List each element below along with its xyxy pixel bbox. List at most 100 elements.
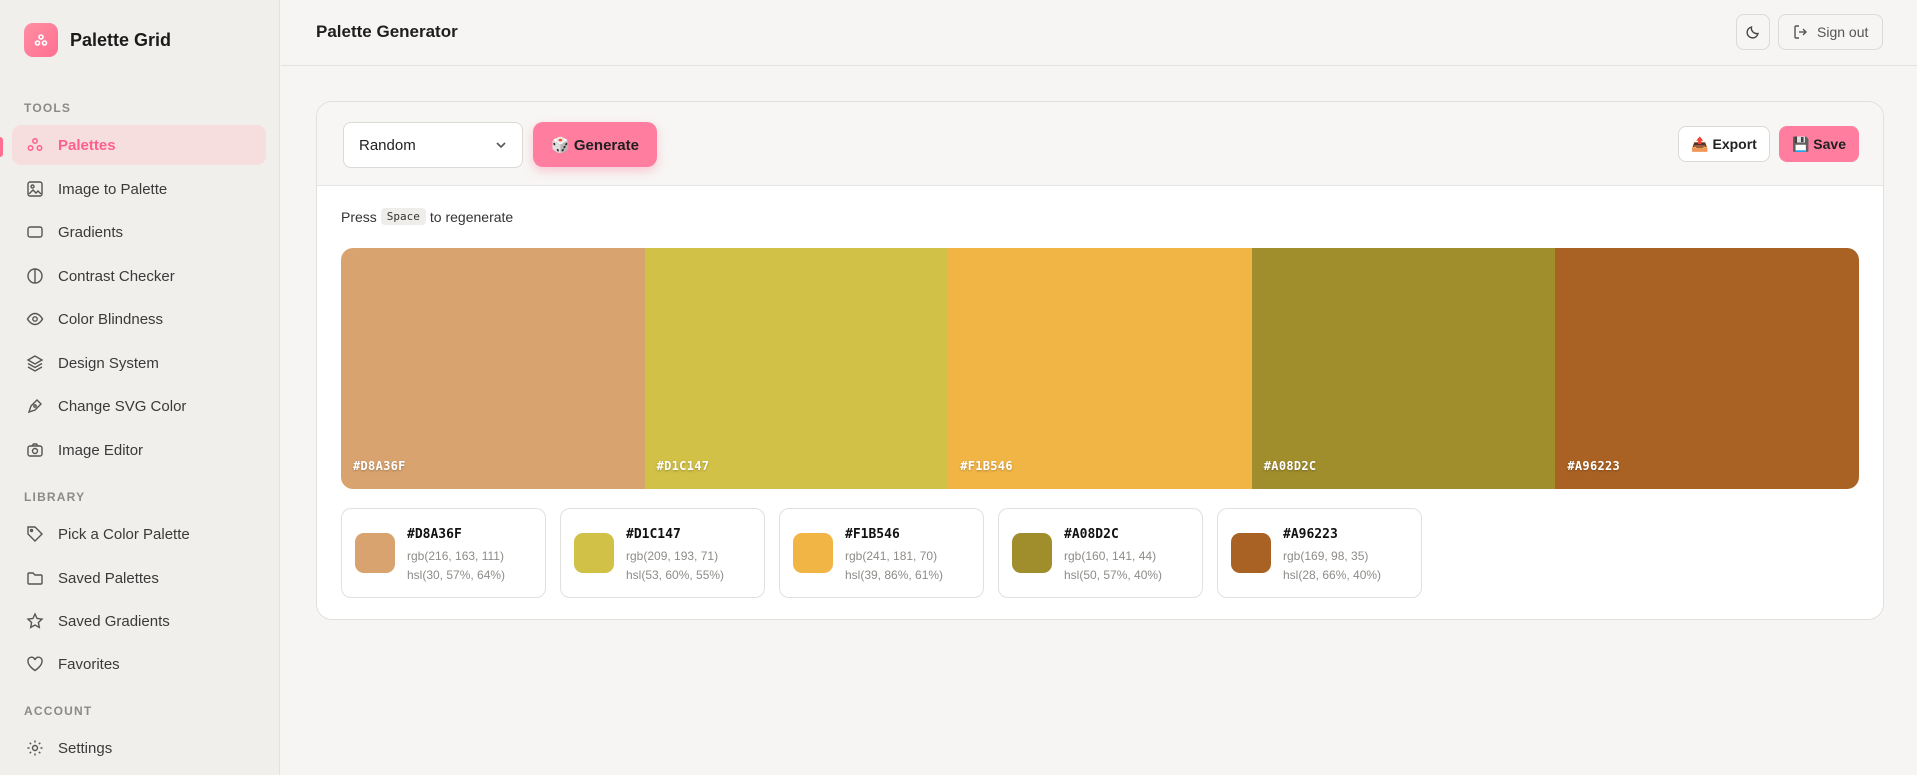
hint-text-after: to regenerate xyxy=(429,208,514,225)
color-chip xyxy=(574,533,614,573)
color-swatch[interactable]: #D8A36F xyxy=(341,248,645,489)
pen-icon xyxy=(27,399,42,414)
mode-select[interactable]: Random xyxy=(343,122,523,168)
camera-icon xyxy=(27,443,43,457)
sidebar-item-palettes[interactable]: Palettes xyxy=(12,125,266,165)
sidebar-item-label: Saved Palettes xyxy=(58,569,159,587)
palette-logo-icon xyxy=(24,23,58,57)
swatch-hex-label: #D1C147 xyxy=(656,459,710,473)
color-detail-card[interactable]: #A96223 rgb(169, 98, 35) hsl(28, 66%, 40… xyxy=(1217,508,1422,598)
top-header: Palette Generator Sign out xyxy=(281,0,1917,66)
palette-icon xyxy=(27,138,43,151)
color-rgb: rgb(160, 141, 44) xyxy=(1064,549,1157,563)
active-indicator xyxy=(0,137,3,157)
sidebar-item-label: Settings xyxy=(58,739,113,757)
sidebar-item-contrast-checker[interactable]: Contrast Checker xyxy=(12,256,266,296)
sidebar-item-label: Color Blindness xyxy=(58,310,164,328)
sidebar-item-image-to-palette[interactable]: Image to Palette xyxy=(12,169,266,209)
color-detail-card[interactable]: #F1B546 rgb(241, 181, 70) hsl(39, 86%, 6… xyxy=(779,508,984,598)
sidebar-item-label: Saved Gradients xyxy=(58,612,170,630)
section-label-tools: TOOLS xyxy=(24,101,72,115)
color-rgb: rgb(169, 98, 35) xyxy=(1283,549,1369,563)
sidebar-item-label: Change SVG Color xyxy=(58,397,187,415)
sign-out-label: Sign out xyxy=(1817,24,1869,40)
color-chip xyxy=(1012,533,1052,573)
sidebar-item-image-editor[interactable]: Image Editor xyxy=(12,430,266,470)
color-swatch[interactable]: #D1C147 xyxy=(644,248,949,489)
color-hsl: hsl(28, 66%, 40%) xyxy=(1283,568,1382,582)
color-swatch[interactable]: #A96223 xyxy=(1555,248,1859,489)
color-detail-card[interactable]: #D1C147 rgb(209, 193, 71) hsl(53, 60%, 5… xyxy=(560,508,765,598)
color-rgb: rgb(216, 163, 111) xyxy=(407,549,504,563)
export-button[interactable]: 📤 Export xyxy=(1678,126,1770,162)
folder-icon xyxy=(27,572,43,585)
palette-toolbar: Random 🎲 Generate 📤 Export 💾 Save xyxy=(317,102,1883,186)
sidebar-item-label: Design System xyxy=(58,354,159,372)
swatch-hex-label: #A08D2C xyxy=(1263,459,1317,473)
swatch-hex-label: #F1B546 xyxy=(960,459,1013,473)
contrast-icon xyxy=(27,268,43,284)
section-label-account: ACCOUNT xyxy=(24,704,93,718)
color-hex: #D8A36F xyxy=(407,527,462,542)
star-icon xyxy=(26,612,44,629)
chevron-down-icon xyxy=(496,142,506,149)
sidebar-item-change-svg-color[interactable]: Change SVG Color xyxy=(12,386,266,426)
sidebar-item-label: Pick a Color Palette xyxy=(58,525,190,543)
color-detail-card[interactable]: #A08D2C rgb(160, 141, 44) hsl(50, 57%, 4… xyxy=(998,508,1203,598)
save-button[interactable]: 💾 Save xyxy=(1779,126,1859,162)
color-chip xyxy=(1231,533,1271,573)
sidebar-item-label: Gradients xyxy=(58,223,124,241)
palette-strip: #D8A36F #D1C147 #F1B546 #A08D2C #A96223 xyxy=(341,248,1859,489)
color-hsl: hsl(53, 60%, 55%) xyxy=(626,568,725,582)
image-icon xyxy=(27,181,43,197)
color-hex: #F1B546 xyxy=(845,527,900,542)
layers-icon xyxy=(26,355,44,372)
sign-out-button[interactable]: Sign out xyxy=(1778,14,1884,50)
sidebar-item-label: Image Editor xyxy=(58,441,144,459)
rectangle-icon xyxy=(27,226,43,238)
sidebar-item-label: Contrast Checker xyxy=(58,267,175,285)
color-hsl: hsl(39, 86%, 61%) xyxy=(845,568,944,582)
sidebar-item-settings[interactable]: Settings xyxy=(12,728,266,768)
swatch-hex-label: #A96223 xyxy=(1567,459,1621,473)
color-chip xyxy=(355,533,395,573)
color-rgb: rgb(241, 181, 70) xyxy=(845,549,938,563)
sidebar-item-favorites[interactable]: Favorites xyxy=(12,644,266,684)
brand[interactable]: Palette Grid xyxy=(0,0,279,80)
color-hex: #D1C147 xyxy=(626,527,681,542)
color-hsl: hsl(30, 57%, 64%) xyxy=(407,568,506,582)
color-hex: #A96223 xyxy=(1283,527,1338,542)
palette-card: Random 🎲 Generate 📤 Export 💾 Save Press … xyxy=(316,101,1884,620)
sidebar-item-design-system[interactable]: Design System xyxy=(12,343,266,383)
color-hsl: hsl(50, 57%, 40%) xyxy=(1064,568,1163,582)
sidebar-item-saved-palettes[interactable]: Saved Palettes xyxy=(12,558,266,598)
space-key-badge: Space xyxy=(380,208,426,225)
color-detail-card[interactable]: #D8A36F rgb(216, 163, 111) hsl(30, 57%, … xyxy=(341,508,546,598)
gear-icon xyxy=(27,740,43,756)
color-rgb: rgb(209, 193, 71) xyxy=(626,549,719,563)
sidebar-item-gradients[interactable]: Gradients xyxy=(12,212,266,252)
sidebar-item-pick-a-color-palette[interactable]: Pick a Color Palette xyxy=(12,514,266,554)
logout-icon xyxy=(1794,25,1807,39)
heart-icon xyxy=(27,656,43,672)
sidebar: Palette Grid TOOLS Palettes Image to Pal… xyxy=(0,0,280,775)
tag-icon xyxy=(27,526,43,542)
generate-button[interactable]: 🎲 Generate xyxy=(533,122,657,167)
color-swatch[interactable]: #A08D2C xyxy=(1251,248,1556,489)
sidebar-item-saved-gradients[interactable]: Saved Gradients xyxy=(12,601,266,641)
theme-toggle-button[interactable] xyxy=(1736,14,1770,50)
color-hex: #A08D2C xyxy=(1064,527,1119,542)
mode-select-value: Random xyxy=(359,136,416,154)
sidebar-item-label: Image to Palette xyxy=(58,180,168,198)
page-title: Palette Generator xyxy=(316,22,458,41)
hint-text-before: Press xyxy=(341,208,377,225)
sidebar-item-label: Palettes xyxy=(58,136,116,154)
swatch-hex-label: #D8A36F xyxy=(353,459,406,473)
app-name: Palette Grid xyxy=(70,29,172,50)
sidebar-item-color-blindness[interactable]: Color Blindness xyxy=(12,299,266,339)
moon-icon xyxy=(1746,26,1759,39)
keyboard-hint: Press Space to regenerate xyxy=(341,208,513,225)
color-swatch[interactable]: #F1B546 xyxy=(948,248,1252,489)
color-chip xyxy=(793,533,833,573)
sidebar-item-label: Favorites xyxy=(58,655,120,673)
